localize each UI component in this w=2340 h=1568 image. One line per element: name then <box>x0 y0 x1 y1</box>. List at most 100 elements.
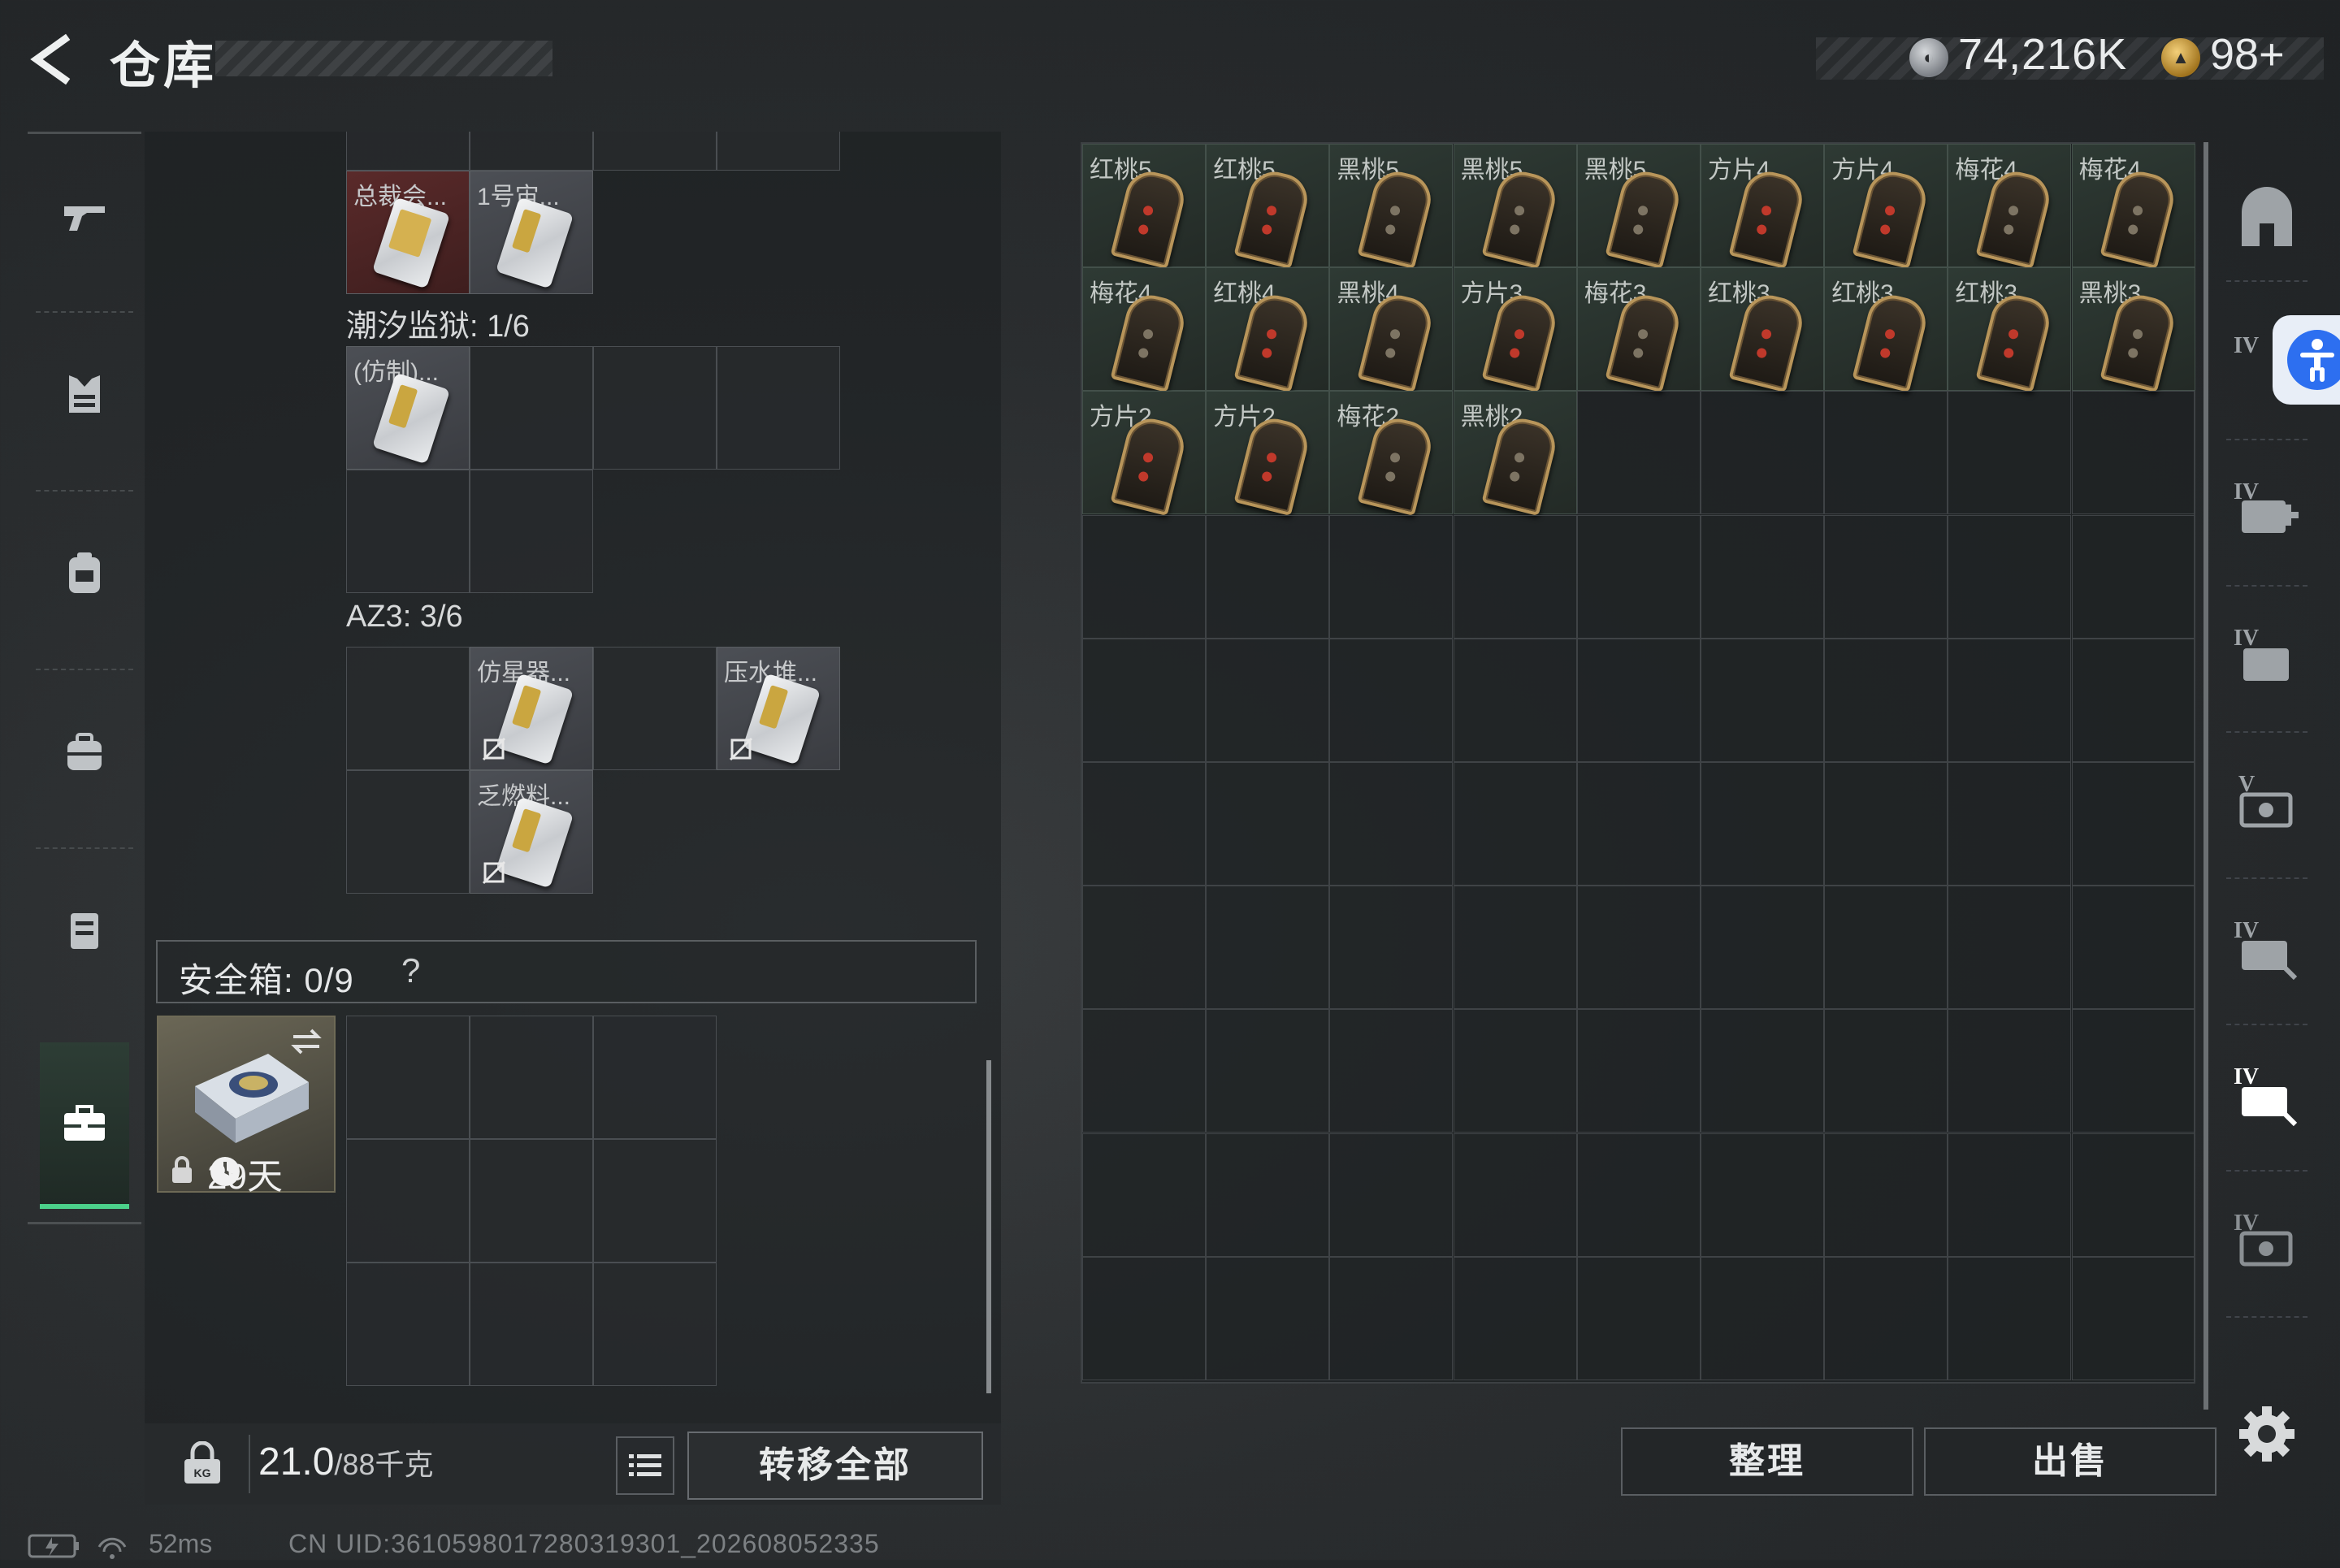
warehouse-item[interactable]: 梅花3 <box>1576 267 1701 393</box>
warehouse-cell[interactable] <box>1701 638 1824 762</box>
warehouse-cell[interactable] <box>1329 638 1454 762</box>
warehouse-item[interactable]: 黑桃2 <box>1453 391 1577 517</box>
warehouse-cell[interactable] <box>1206 638 1330 762</box>
warehouse-cell[interactable] <box>1082 514 1206 639</box>
warehouse-cell[interactable] <box>2071 514 2195 639</box>
warehouse-cell[interactable] <box>1329 886 1454 1010</box>
warehouse-cell[interactable] <box>1701 391 1824 515</box>
warehouse-cell[interactable] <box>1948 1256 2072 1380</box>
help-icon[interactable]: ? <box>401 951 420 990</box>
swap-icon[interactable] <box>290 1025 323 1058</box>
warehouse-cell[interactable] <box>1453 514 1577 639</box>
warehouse-cell[interactable] <box>1576 638 1701 762</box>
tab-storage-active[interactable]: IV <box>2222 1048 2312 1137</box>
grid-cell[interactable] <box>470 470 593 593</box>
grid-cell[interactable] <box>593 647 717 770</box>
warehouse-item[interactable]: 方片4 <box>1824 144 1948 270</box>
safe-cell[interactable] <box>470 1016 593 1139</box>
grid-cell[interactable] <box>346 470 470 593</box>
warehouse-item[interactable]: 红桃3 <box>1948 267 2072 393</box>
warehouse-cell[interactable] <box>1453 762 1577 886</box>
warehouse-cell[interactable] <box>1576 514 1701 639</box>
nav-armor-tab[interactable] <box>28 313 141 475</box>
warehouse-cell[interactable] <box>1576 886 1701 1010</box>
warehouse-cell[interactable] <box>1824 886 1948 1010</box>
nav-backpack-tab[interactable] <box>28 492 141 654</box>
warehouse-cell[interactable] <box>1206 1133 1330 1257</box>
warehouse-cell[interactable] <box>2071 1133 2195 1257</box>
warehouse-item[interactable]: 方片2 <box>1082 391 1206 517</box>
warehouse-cell[interactable] <box>1082 1009 1206 1133</box>
warehouse-cell[interactable] <box>1701 1256 1824 1380</box>
warehouse-cell[interactable] <box>1701 762 1824 886</box>
warehouse-cell[interactable] <box>1824 391 1948 515</box>
warehouse-cell[interactable] <box>1576 391 1701 515</box>
item-slot[interactable]: (仿制)... <box>346 346 470 470</box>
tab-storage-folder[interactable]: IV <box>2222 609 2312 699</box>
warehouse-item[interactable]: 红桃4 <box>1206 267 1330 393</box>
warehouse-cell[interactable] <box>1329 1256 1454 1380</box>
nav-gun-tab[interactable] <box>28 134 141 297</box>
warehouse-cell[interactable] <box>1948 762 2072 886</box>
accessibility-button[interactable] <box>2273 315 2340 405</box>
back-button[interactable] <box>24 31 81 88</box>
grid-cell[interactable] <box>593 346 717 470</box>
warehouse-item[interactable]: 黑桃3 <box>2071 267 2195 393</box>
backpack-scrollbar[interactable] <box>986 1060 991 1393</box>
warehouse-cell[interactable] <box>1824 638 1948 762</box>
grid-cell[interactable] <box>346 132 470 171</box>
safe-cell[interactable] <box>593 1263 717 1386</box>
warehouse-cell[interactable] <box>1206 886 1330 1010</box>
safe-cell[interactable] <box>346 1016 470 1139</box>
warehouse-item[interactable]: 红桃5 <box>1206 144 1330 270</box>
warehouse-cell[interactable] <box>1206 762 1330 886</box>
safe-cell[interactable] <box>346 1263 470 1386</box>
warehouse-cell[interactable] <box>1082 638 1206 762</box>
warehouse-cell[interactable] <box>1701 1133 1824 1257</box>
warehouse-item[interactable]: 黑桃5 <box>1453 144 1577 270</box>
grid-cell[interactable] <box>470 132 593 171</box>
warehouse-cell[interactable] <box>1453 886 1577 1010</box>
warehouse-cell[interactable] <box>1948 638 2072 762</box>
warehouse-cell[interactable] <box>1329 762 1454 886</box>
warehouse-item[interactable]: 红桃3 <box>1824 267 1948 393</box>
grid-cell[interactable] <box>717 132 840 171</box>
warehouse-cell[interactable] <box>1824 1009 1948 1133</box>
warehouse-cell[interactable] <box>1948 391 2072 515</box>
warehouse-cell[interactable] <box>1576 1133 1701 1257</box>
warehouse-cell[interactable] <box>1948 1009 2072 1133</box>
tab-storage-last[interactable]: IV <box>2222 1194 2312 1284</box>
warehouse-cell[interactable] <box>1576 1009 1701 1133</box>
warehouse-cell[interactable] <box>1206 514 1330 639</box>
warehouse-cell[interactable] <box>1453 1256 1577 1380</box>
warehouse-cell[interactable] <box>1701 886 1824 1010</box>
grid-cell[interactable] <box>593 132 717 171</box>
weight-lock-button[interactable]: KG <box>159 1435 250 1493</box>
warehouse-cell[interactable] <box>2071 886 2195 1010</box>
safe-box-item[interactable]: 29天 <box>157 1016 336 1197</box>
warehouse-cell[interactable] <box>1329 1133 1454 1257</box>
item-slot[interactable]: 压水堆... <box>717 647 840 770</box>
warehouse-item[interactable]: 梅花4 <box>1948 144 2072 270</box>
item-slot[interactable]: 总裁会... <box>346 171 470 294</box>
warehouse-cell[interactable] <box>1576 762 1701 886</box>
warehouse-cell[interactable] <box>1948 1133 2072 1257</box>
warehouse-item[interactable]: 黑桃5 <box>1576 144 1701 270</box>
tab-storage-add[interactable]: IV <box>2222 463 2312 552</box>
warehouse-item[interactable]: 梅花4 <box>1082 267 1206 393</box>
warehouse-cell[interactable] <box>2071 638 2195 762</box>
warehouse-item[interactable]: 红桃5 <box>1082 144 1206 270</box>
warehouse-cell[interactable] <box>1701 514 1824 639</box>
warehouse-item[interactable]: 梅花2 <box>1329 391 1454 517</box>
safe-cell[interactable] <box>346 1139 470 1263</box>
warehouse-cell[interactable] <box>2071 1009 2195 1133</box>
safe-cell[interactable] <box>470 1139 593 1263</box>
tab-storage-v[interactable]: V <box>2222 756 2312 845</box>
warehouse-item[interactable]: 方片2 <box>1206 391 1330 517</box>
warehouse-cell[interactable] <box>1824 1133 1948 1257</box>
safe-cell[interactable] <box>593 1139 717 1263</box>
warehouse-cell[interactable] <box>1948 886 2072 1010</box>
sell-button[interactable]: 出售 <box>1924 1427 2216 1496</box>
warehouse-cell[interactable] <box>1082 1256 1206 1380</box>
sort-button[interactable]: 整理 <box>1621 1427 1913 1496</box>
